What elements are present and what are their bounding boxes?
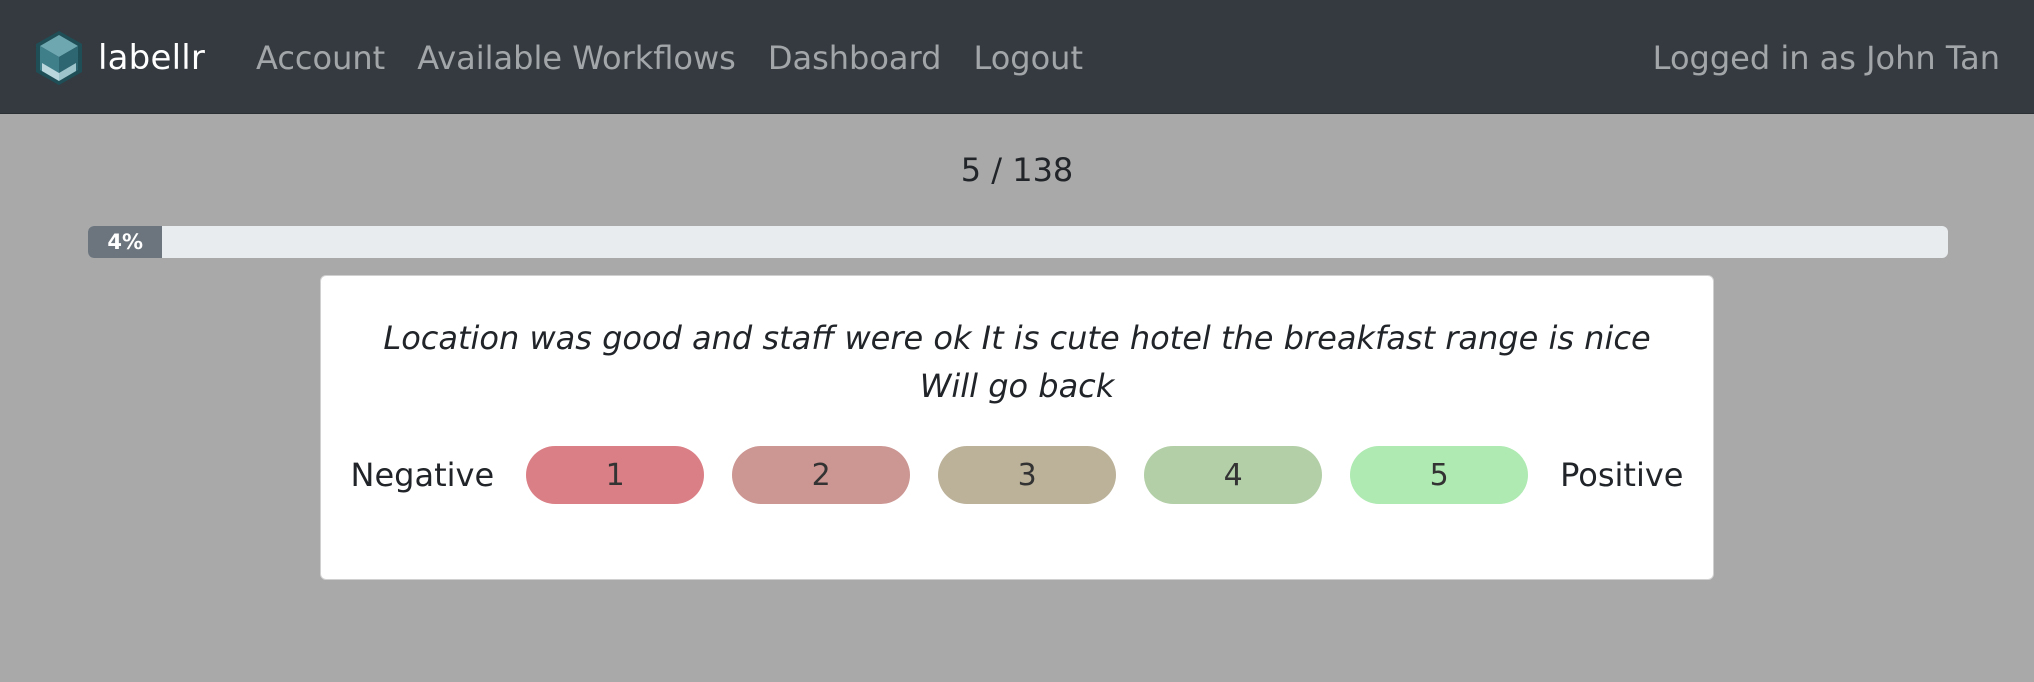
- rating-button-4[interactable]: 4: [1144, 446, 1323, 504]
- nav-link-logout[interactable]: Logout: [973, 28, 1083, 88]
- nav-link-available-workflows[interactable]: Available Workflows: [417, 28, 736, 88]
- progress-bar-track: 4%: [88, 226, 1948, 258]
- cube-logo-icon: [36, 31, 82, 85]
- brand-link[interactable]: labellr: [34, 28, 205, 88]
- navbar: labellr Account Available Workflows Dash…: [0, 0, 2034, 114]
- logged-in-user-text: Logged in as John Tan: [1652, 39, 2000, 77]
- scale-positive-label: Positive: [1560, 456, 1684, 494]
- labeling-card: Location was good and staff were ok It i…: [320, 275, 1714, 580]
- rating-button-3[interactable]: 3: [938, 446, 1117, 504]
- nav-link-dashboard[interactable]: Dashboard: [768, 28, 942, 88]
- nav-link-account[interactable]: Account: [256, 28, 385, 88]
- scale-negative-label: Negative: [350, 456, 495, 494]
- progress-counter: 5 / 138: [960, 151, 1074, 189]
- nav-links: Account Available Workflows Dashboard Lo…: [256, 28, 1115, 88]
- rating-button-5[interactable]: 5: [1350, 446, 1529, 504]
- brand-name: labellr: [98, 38, 206, 78]
- rating-scale: Negative 1 2 3 4 5 Positive: [321, 446, 1713, 504]
- rating-button-1[interactable]: 1: [526, 446, 705, 504]
- rating-button-2[interactable]: 2: [732, 446, 911, 504]
- progress-bar-fill: 4%: [88, 226, 163, 258]
- review-text: Location was good and staff were ok It i…: [383, 319, 1651, 405]
